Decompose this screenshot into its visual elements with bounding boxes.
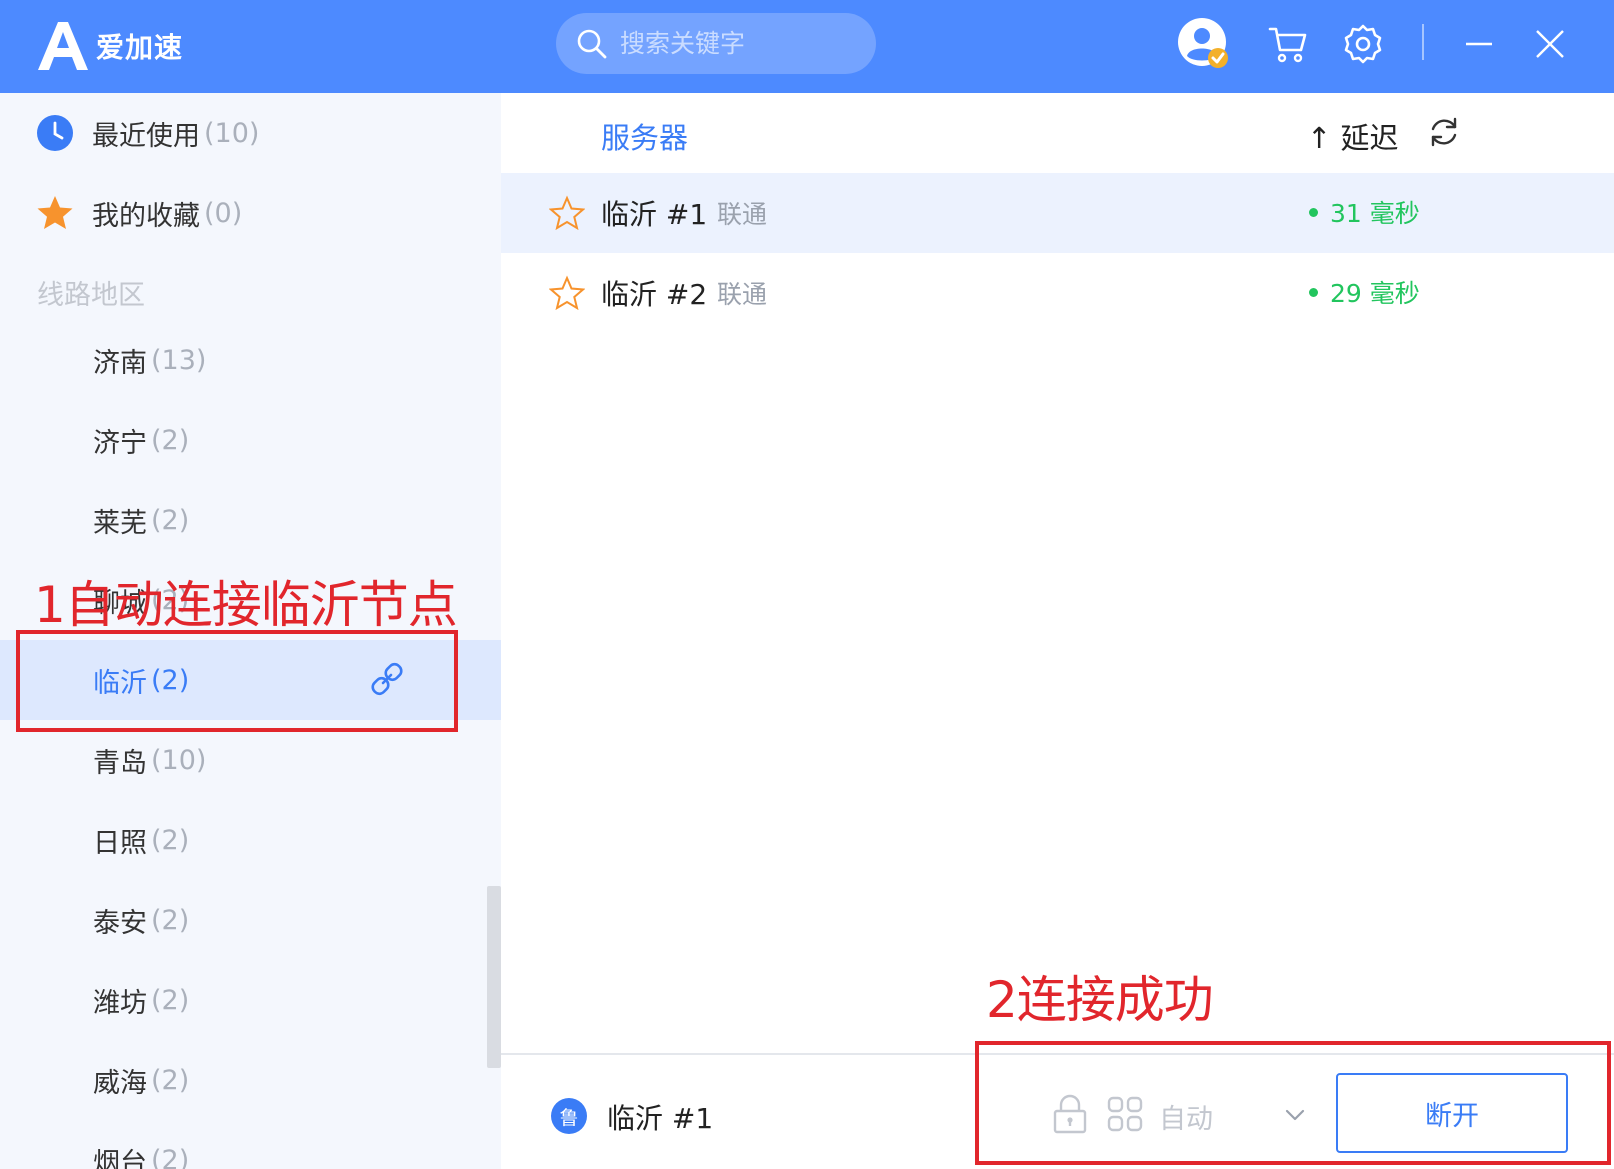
annotation-step1: 1自动连接临沂节点 — [34, 576, 458, 634]
cart-button[interactable] — [1260, 16, 1316, 72]
server-latency: 31 毫秒 — [1309, 194, 1420, 230]
search-box[interactable] — [556, 13, 876, 74]
titlebar-divider — [1422, 24, 1424, 60]
status-dot — [1309, 207, 1318, 217]
city-count: (2) — [151, 1144, 190, 1169]
sidebar-item-jinan[interactable]: 济南 (13) — [0, 320, 501, 400]
close-button[interactable] — [1522, 16, 1578, 72]
server-row[interactable]: 临沂 #1 联通 31 毫秒 — [501, 173, 1614, 253]
connected-server-name: 临沂 #1 — [607, 1102, 714, 1135]
cart-icon — [1268, 27, 1307, 63]
title-bar: 爱加速 — [0, 0, 1614, 93]
city-label: 莱芜 — [93, 507, 147, 539]
minimize-icon — [1466, 42, 1492, 46]
latency-sort-header[interactable]: ↑ 延迟 — [1307, 115, 1399, 157]
city-label: 济宁 — [93, 427, 147, 459]
province-badge: 鲁 — [551, 1098, 587, 1134]
city-count: (2) — [151, 504, 190, 536]
city-count: (10) — [151, 744, 207, 776]
sidebar-item-favorites[interactable]: 我的收藏 (0) — [0, 173, 501, 253]
settings-button[interactable] — [1335, 16, 1391, 72]
app-logo: 爱加速 — [36, 20, 183, 72]
latency-value: 29 毫秒 — [1330, 279, 1420, 308]
server-isp: 联通 — [717, 280, 768, 309]
logo-icon — [38, 22, 88, 70]
sidebar-item-taian[interactable]: 泰安 (2) — [0, 880, 501, 960]
server-name: 临沂 #2 — [601, 278, 708, 311]
sidebar-item-count: (0) — [204, 197, 243, 229]
city-label: 烟台 — [93, 1147, 147, 1169]
clock-icon — [37, 115, 73, 151]
sidebar-item-recent[interactable]: 最近使用 (10) — [0, 93, 501, 173]
search-input[interactable] — [620, 29, 860, 58]
user-avatar-icon — [1178, 18, 1228, 68]
search-icon — [577, 29, 607, 58]
city-label: 潍坊 — [93, 987, 147, 1019]
annotation-step2: 2连接成功 — [986, 971, 1214, 1029]
city-label: 泰安 — [93, 907, 147, 939]
sidebar-item-label: 最近使用 — [92, 120, 200, 152]
region-section-title: 线路地区 — [37, 280, 145, 311]
annotation-box-linyi — [16, 630, 458, 732]
sidebar-item-qingdao[interactable]: 青岛 (10) — [0, 720, 501, 800]
close-icon — [1536, 30, 1564, 58]
gear-icon — [1344, 24, 1382, 64]
sidebar-item-weifang[interactable]: 潍坊 (2) — [0, 960, 501, 1040]
city-count: (2) — [151, 984, 190, 1016]
sidebar-item-label: 我的收藏 — [92, 200, 200, 232]
server-column-header[interactable]: 服务器 — [601, 115, 688, 157]
annotation-box-connection — [975, 1041, 1611, 1165]
server-isp: 联通 — [717, 200, 768, 229]
city-count: (2) — [151, 904, 190, 936]
server-latency: 29 毫秒 — [1309, 274, 1420, 310]
favorite-star-icon[interactable] — [549, 195, 585, 231]
sidebar-item-laiwu[interactable]: 莱芜 (2) — [0, 480, 501, 560]
app-name: 爱加速 — [96, 31, 184, 64]
server-name: 临沂 #1 — [601, 198, 708, 231]
city-label: 威海 — [93, 1067, 147, 1099]
minimize-button[interactable] — [1451, 16, 1507, 72]
sidebar-item-jining[interactable]: 济宁 (2) — [0, 400, 501, 480]
sidebar-item-weihai[interactable]: 威海 (2) — [0, 1040, 501, 1120]
city-count: (13) — [151, 344, 207, 376]
latency-value: 31 毫秒 — [1330, 199, 1420, 228]
sidebar-item-rizhao[interactable]: 日照 (2) — [0, 800, 501, 880]
sidebar-item-count: (10) — [204, 117, 260, 149]
server-row[interactable]: 临沂 #2 联通 29 毫秒 — [501, 253, 1614, 333]
city-count: (2) — [151, 424, 190, 456]
city-label: 济南 — [93, 347, 147, 379]
sidebar-scrollbar[interactable] — [487, 886, 501, 1068]
sidebar-item-yantai[interactable]: 烟台 (2) — [0, 1120, 501, 1169]
city-count: (2) — [151, 1064, 190, 1096]
star-icon — [37, 196, 73, 229]
status-dot — [1309, 287, 1318, 297]
favorite-star-icon[interactable] — [549, 275, 585, 311]
city-label: 青岛 — [93, 747, 147, 779]
city-label: 日照 — [93, 827, 147, 859]
refresh-icon[interactable] — [1427, 115, 1461, 149]
city-count: (2) — [151, 824, 190, 856]
user-avatar-button[interactable] — [1176, 16, 1232, 72]
